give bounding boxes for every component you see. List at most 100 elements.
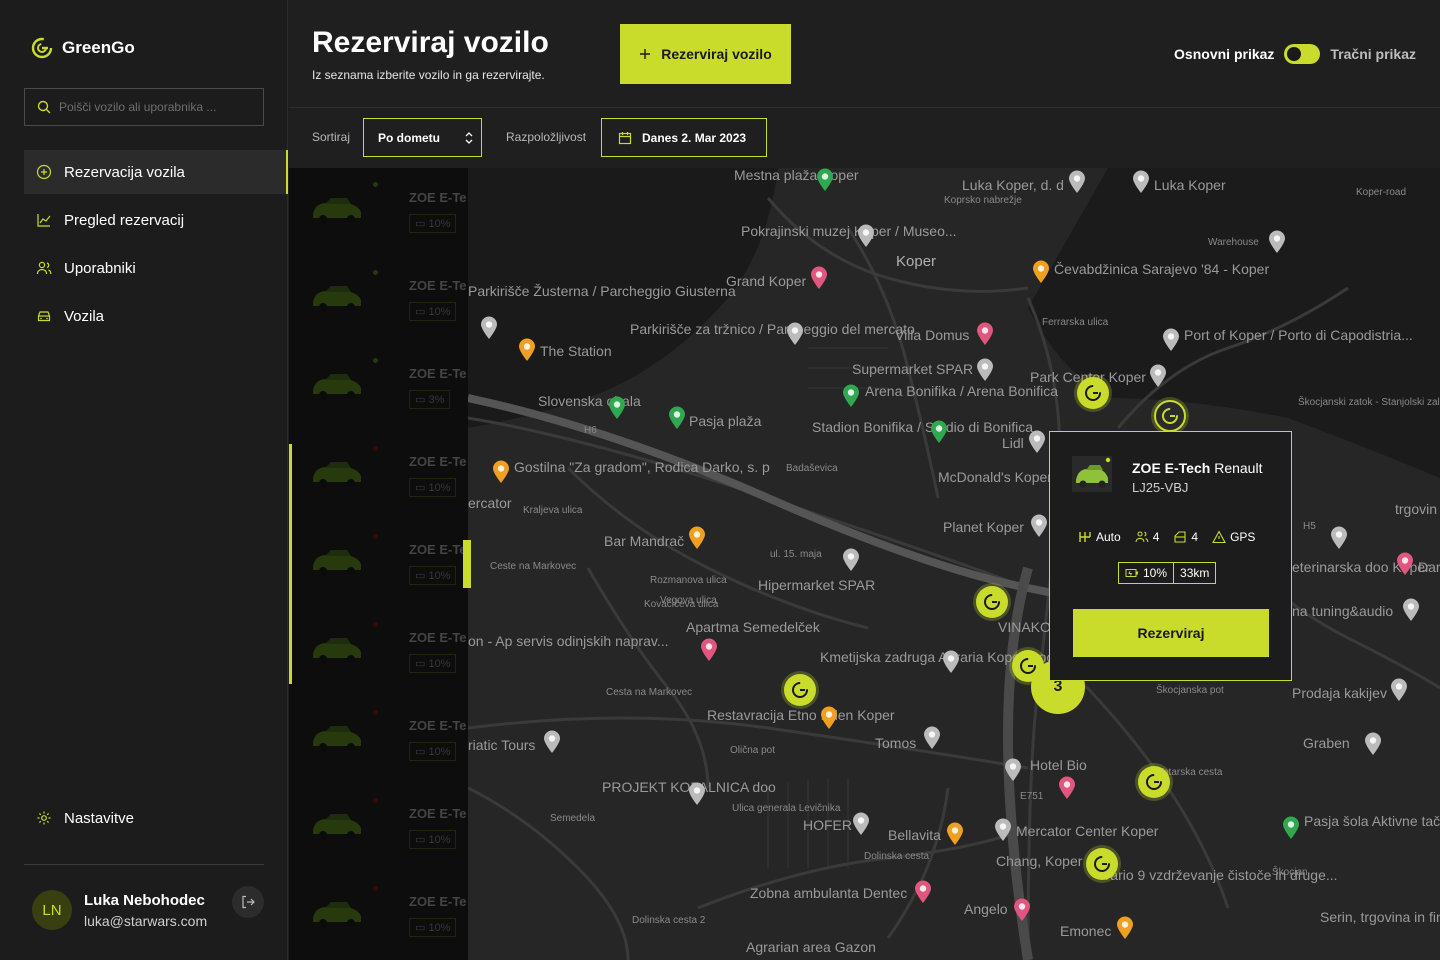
map-pin-icon[interactable] bbox=[942, 650, 960, 674]
plus-icon bbox=[640, 49, 651, 59]
map-label: H5 bbox=[1303, 521, 1316, 532]
popup-brand: ZOE E-Tech bbox=[1132, 460, 1211, 476]
map-pin-icon[interactable] bbox=[976, 322, 994, 346]
map-label: Ferrarska ulica bbox=[1042, 317, 1109, 328]
gps-icon bbox=[1212, 530, 1226, 544]
map-label: HOFER bbox=[803, 817, 852, 833]
map-pin-icon[interactable] bbox=[976, 358, 994, 382]
map-label: Villa Domus bbox=[895, 327, 970, 343]
logo[interactable]: GreenGo bbox=[30, 36, 135, 60]
vehicle-marker[interactable] bbox=[1077, 377, 1109, 409]
sidebar-item-uporabniki[interactable]: Uporabniki bbox=[24, 246, 288, 290]
logout-button[interactable] bbox=[232, 886, 264, 918]
map-pin-icon[interactable] bbox=[518, 338, 536, 362]
sidebar-item-vozila[interactable]: Vozila bbox=[24, 294, 288, 338]
map[interactable]: Mestna plaža Koper Luka Koper, d. d Luka K… bbox=[468, 168, 1440, 960]
vehicle-marker[interactable] bbox=[976, 586, 1008, 618]
map-pin-icon[interactable] bbox=[1330, 526, 1348, 550]
map-pin-icon[interactable] bbox=[816, 168, 834, 192]
map-pin-icon[interactable] bbox=[668, 406, 686, 430]
map-pin-icon[interactable] bbox=[1390, 678, 1408, 702]
map-pin-icon[interactable] bbox=[1058, 776, 1076, 800]
users-icon bbox=[36, 261, 52, 275]
map-pin-icon[interactable] bbox=[786, 322, 804, 346]
map-pin-icon[interactable] bbox=[688, 526, 706, 550]
greengo-logo-icon bbox=[31, 37, 53, 59]
date-picker[interactable]: Danes 2. Mar 2023 bbox=[601, 118, 767, 157]
search-input[interactable] bbox=[59, 100, 249, 114]
sidebar-item-pregled[interactable]: Pregled rezervacij bbox=[24, 198, 288, 242]
map-pin-icon[interactable] bbox=[1282, 816, 1300, 840]
map-label: Bellavita bbox=[888, 827, 941, 843]
vehicle-marker[interactable] bbox=[784, 674, 816, 706]
map-pin-icon[interactable] bbox=[1402, 598, 1420, 622]
map-pin-icon[interactable] bbox=[1004, 758, 1022, 782]
map-pin-icon[interactable] bbox=[946, 822, 964, 846]
map-pin-icon[interactable] bbox=[820, 706, 838, 730]
map-pin-icon[interactable] bbox=[608, 396, 626, 420]
map-pin-icon[interactable] bbox=[1013, 898, 1031, 922]
view-basic-label[interactable]: Osnovni prikaz bbox=[1174, 46, 1274, 62]
view-toggle-switch[interactable] bbox=[1284, 44, 1321, 64]
map-pin-icon[interactable] bbox=[1268, 230, 1286, 254]
map-pin-icon[interactable] bbox=[492, 460, 510, 484]
map-pin-icon[interactable] bbox=[1030, 514, 1048, 538]
sidebar-item-label: Nastavitve bbox=[64, 809, 135, 827]
battery-value: 10% bbox=[1143, 566, 1168, 580]
map-pin-icon[interactable] bbox=[810, 266, 828, 290]
map-pin-icon[interactable] bbox=[852, 812, 870, 836]
map-pin-icon[interactable] bbox=[842, 548, 860, 572]
map-pin-icon[interactable] bbox=[1149, 364, 1167, 388]
calendar-icon bbox=[618, 131, 632, 144]
vehicle-marker[interactable] bbox=[1138, 766, 1170, 798]
plus-circle-icon bbox=[36, 164, 52, 180]
map-pin-icon[interactable] bbox=[1132, 170, 1150, 194]
user-profile: LN Luka Nebohodec luka@starwars.com bbox=[32, 886, 272, 934]
map-pin-icon[interactable] bbox=[700, 638, 718, 662]
user-name: Luka Nebohodec bbox=[84, 891, 205, 909]
vehicle-marker-selected[interactable] bbox=[1154, 400, 1186, 432]
map-pin-icon[interactable] bbox=[1364, 732, 1382, 756]
sort-select[interactable]: Po dometu bbox=[363, 118, 482, 157]
map-pin-icon[interactable] bbox=[857, 224, 875, 248]
map-pin-icon[interactable] bbox=[1116, 916, 1134, 940]
search-box[interactable] bbox=[24, 88, 264, 126]
map-pin-icon[interactable] bbox=[688, 782, 706, 806]
map-label: Čevabdžinica Sarajevo '84 - Koper bbox=[1054, 261, 1270, 277]
map-pin-icon[interactable] bbox=[1032, 260, 1050, 284]
map-label: Škocjanski zatok - Stanjolski zaliv bbox=[1298, 397, 1440, 408]
rezerviraj-button[interactable]: Rezerviraj bbox=[1073, 609, 1269, 657]
map-pin-icon[interactable] bbox=[1068, 170, 1086, 194]
map-pin-icon[interactable] bbox=[480, 316, 498, 340]
map-pin-icon[interactable] bbox=[1162, 328, 1180, 352]
chart-icon bbox=[37, 214, 51, 227]
map-label: Agrarian area Gazon bbox=[746, 939, 876, 955]
map-label: Prodaja kakijev bbox=[1292, 685, 1387, 701]
map-pin-icon[interactable] bbox=[994, 818, 1012, 842]
map-label: Pokrajinski muzej Koper / Museo... bbox=[741, 223, 957, 239]
sidebar-item-rezervacija[interactable]: Rezervacija vozila bbox=[24, 150, 288, 194]
logout-icon bbox=[242, 895, 255, 909]
map-pin-icon[interactable] bbox=[1028, 430, 1046, 454]
map-pin-icon[interactable] bbox=[930, 420, 948, 444]
map-pin-icon[interactable] bbox=[914, 880, 932, 904]
avatar[interactable]: LN bbox=[32, 890, 72, 930]
settings-section: Nastavitve bbox=[24, 796, 264, 844]
map-label: Semedela bbox=[550, 813, 596, 824]
vehicle-marker[interactable] bbox=[1086, 848, 1118, 880]
map-label: Pasja plaža bbox=[689, 413, 762, 429]
map-label: Parkirišče za tržnico / Parcheggio del m… bbox=[630, 321, 915, 337]
map-pin-icon[interactable] bbox=[1396, 552, 1414, 576]
list-resize-handle[interactable] bbox=[463, 540, 471, 588]
date-value: Danes 2. Mar 2023 bbox=[642, 130, 747, 145]
sidebar-item-nastavitve[interactable]: Nastavitve bbox=[24, 796, 264, 840]
map-label: Parkirišče Žusterna / Parcheggio Giuster… bbox=[468, 283, 736, 299]
map-label: Dolinska cesta 2 bbox=[632, 915, 706, 926]
view-strip-label[interactable]: Tračni prikaz bbox=[1330, 46, 1416, 62]
list-scrollbar[interactable] bbox=[289, 444, 292, 684]
rezerviraj-vozilo-button[interactable]: Rezerviraj vozilo bbox=[620, 24, 791, 84]
map-pin-icon[interactable] bbox=[923, 726, 941, 750]
map-pin-icon[interactable] bbox=[543, 730, 561, 754]
spec-seats-value: 4 bbox=[1152, 530, 1160, 544]
map-pin-icon[interactable] bbox=[842, 384, 860, 408]
